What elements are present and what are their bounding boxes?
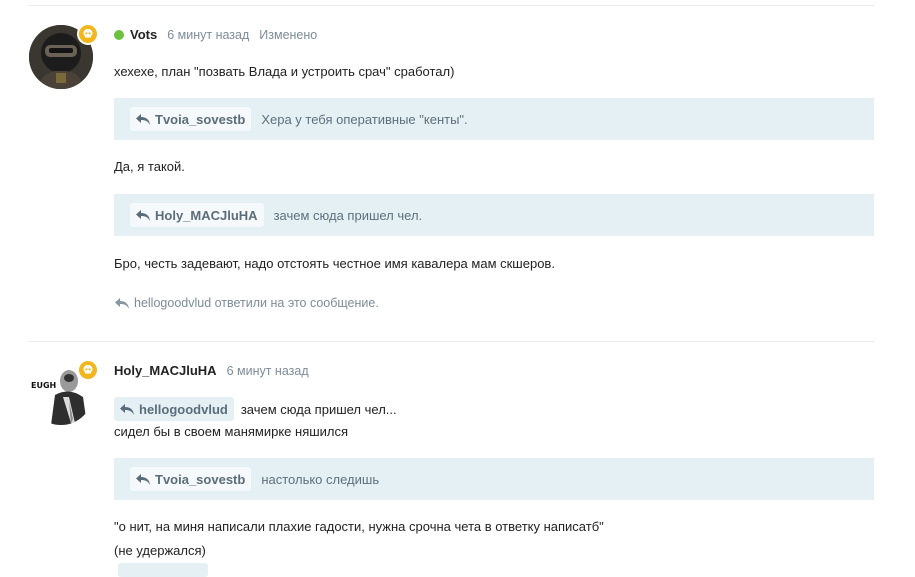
reply-arrow-icon [136, 209, 150, 221]
quote-block: Holy_MACJluHA зачем сюда пришел чел. [114, 194, 874, 236]
replied-by-link[interactable]: hellogoodvlud ответили на это сообщение. [114, 296, 379, 310]
reply-arrow-icon [136, 113, 150, 125]
post-text: хехехе, план "позвать Влада и устроить с… [114, 64, 455, 79]
replied-by-text: hellogoodvlud ответили на это сообщение. [134, 296, 379, 310]
post-text: Да, я такой. [114, 159, 185, 174]
post-time[interactable]: 6 минут назад [167, 28, 249, 42]
quote-block: Tvoia_sovestb настолько следишь [114, 458, 874, 500]
quote-block: Tvoia_sovestb Хера у тебя оперативные "к… [114, 98, 874, 140]
quote-text: Хера у тебя оперативные "кенты". [261, 111, 468, 127]
inline-quote-author: hellogoodvlud [139, 401, 228, 417]
post-header: Vots 6 минут назад Изменено [114, 27, 327, 42]
quote-author: Tvoia_sovestb [155, 471, 246, 487]
skull-badge [77, 23, 99, 45]
post-text: сидел бы в своем манямирке няшился [114, 424, 349, 439]
post-text-line: hellogoodvlud зачем сюда пришел чел... [114, 397, 397, 421]
skull-icon [83, 29, 93, 38]
edited-label: Изменено [259, 27, 318, 42]
post-text: "о нит, на миня написали плахие гадости,… [114, 519, 604, 534]
author-name[interactable]: Vots [130, 27, 157, 42]
quote-author: Tvoia_sovestb [155, 111, 246, 127]
reply-arrow-icon [120, 403, 134, 415]
post-time[interactable]: 6 минут назад [227, 364, 309, 378]
skull-icon [83, 365, 93, 374]
reply-arrow-icon [136, 473, 150, 485]
post-text: Бро, честь задевают, надо отстоять честн… [114, 256, 555, 271]
quote-author-link[interactable]: Holy_MACJluHA [130, 203, 264, 227]
quote-author-link[interactable]: Tvoia_sovestb [130, 107, 252, 131]
reply-arrow-icon [115, 297, 129, 309]
inline-quote-text: зачем сюда пришел чел... [240, 401, 397, 417]
post-header: Holy_MACJluHA 6 минут назад [114, 363, 319, 378]
quote-text: настолько следишь [261, 471, 380, 487]
post-text: (не удержался) [114, 543, 206, 558]
post-divider-top [28, 5, 874, 6]
quote-author: Holy_MACJluHA [155, 207, 258, 223]
author-name[interactable]: Holy_MACJluHA [114, 363, 217, 378]
inline-quote-link[interactable]: hellogoodvlud [114, 397, 234, 421]
skull-badge [77, 359, 99, 381]
quote-text: зачем сюда пришел чел. [273, 207, 423, 223]
online-indicator [114, 29, 124, 40]
post-divider [28, 341, 874, 342]
avatar-caption: EUGH [31, 381, 56, 390]
quote-author-link[interactable]: Tvoia_sovestb [130, 467, 252, 491]
